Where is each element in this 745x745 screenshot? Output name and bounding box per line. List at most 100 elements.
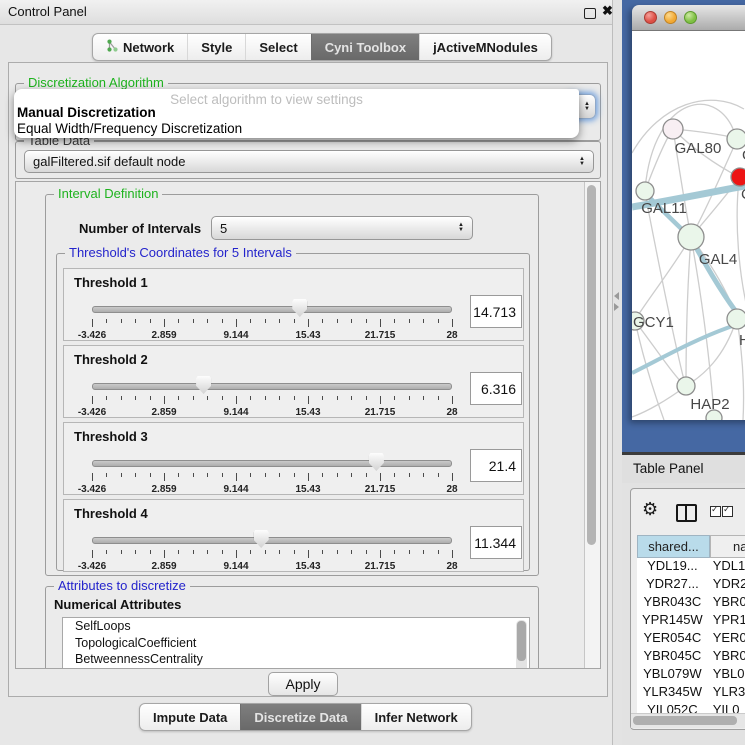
table-row[interactable]: YDR27...YDR2 bbox=[637, 576, 745, 594]
table-cell[interactable]: YBR0 bbox=[708, 594, 745, 612]
table-cell[interactable]: YER054C bbox=[637, 630, 708, 648]
table-cell[interactable]: YBR0 bbox=[708, 648, 745, 666]
slider-thumb[interactable] bbox=[369, 453, 384, 471]
table-row[interactable]: YLR345WYLR3 bbox=[637, 684, 745, 702]
settings-scrollbar[interactable] bbox=[584, 182, 600, 668]
tick-mark bbox=[279, 396, 280, 400]
table-cell[interactable]: YDR2 bbox=[708, 576, 745, 594]
slider-thumb[interactable] bbox=[254, 530, 269, 548]
network-node[interactable] bbox=[731, 168, 745, 186]
table-cell[interactable]: YBR043C bbox=[637, 594, 708, 612]
table-cell[interactable]: YBL0 bbox=[708, 666, 745, 684]
network-edge[interactable] bbox=[686, 237, 691, 385]
table-row[interactable]: YPR145WYPR1 bbox=[637, 612, 745, 630]
network-edge[interactable] bbox=[645, 130, 672, 191]
table-cell[interactable]: YER0 bbox=[708, 630, 745, 648]
tick-label: -3.426 bbox=[78, 330, 106, 341]
network-node[interactable] bbox=[677, 377, 695, 395]
checkbox-icon[interactable] bbox=[710, 506, 721, 517]
tick-mark bbox=[409, 473, 410, 477]
network-window-titlebar[interactable] bbox=[632, 5, 745, 31]
threshold-2-label: Threshold 2 bbox=[74, 352, 148, 367]
tab-network[interactable]: Network bbox=[93, 34, 187, 60]
column-header-shared-name[interactable]: shared... bbox=[637, 535, 710, 558]
table-scrollbar-thumb[interactable] bbox=[633, 716, 737, 725]
tab-select[interactable]: Select bbox=[245, 34, 310, 60]
close-panel-icon[interactable]: ✖ bbox=[602, 3, 613, 19]
thresholds-legend: Threshold's Coordinates for 5 Intervals bbox=[65, 245, 296, 260]
threshold-2-value-field[interactable]: 6.316 bbox=[470, 372, 522, 405]
close-window-icon[interactable] bbox=[644, 11, 657, 24]
table-cell[interactable]: YDR27... bbox=[637, 576, 708, 594]
tab-cyni-toolbox[interactable]: Cyni Toolbox bbox=[311, 34, 419, 60]
column-layout-icon[interactable] bbox=[676, 504, 697, 522]
column-header-name[interactable]: na bbox=[710, 535, 745, 558]
table-cell[interactable]: YDL19... bbox=[637, 558, 708, 576]
network-edge[interactable] bbox=[635, 237, 691, 320]
network-node[interactable] bbox=[678, 224, 704, 250]
tab-infer-network[interactable]: Infer Network bbox=[361, 704, 471, 730]
slider-track[interactable] bbox=[92, 306, 452, 313]
panel-splitter[interactable] bbox=[613, 0, 622, 745]
slider-track[interactable] bbox=[92, 383, 452, 390]
network-view-window[interactable]: GAL80GAL11GAL4GCY1HAP2HGAC bbox=[632, 5, 745, 420]
list-item[interactable]: TopologicalCoefficient bbox=[63, 635, 529, 652]
gear-icon[interactable]: ⚙ bbox=[642, 499, 658, 520]
slider-track[interactable] bbox=[92, 460, 452, 467]
threshold-1-slider[interactable]: -3.4262.8599.14415.4321.71528 bbox=[92, 299, 452, 339]
table-cell[interactable]: YDL1 bbox=[708, 558, 745, 576]
table-cell[interactable]: YBL079W bbox=[637, 666, 708, 684]
tab-impute-data[interactable]: Impute Data bbox=[140, 704, 240, 730]
menu-item-manual-discretization[interactable]: Manual Discretization bbox=[17, 105, 156, 120]
table-cell[interactable]: YLR345W bbox=[637, 684, 708, 702]
list-scrollbar[interactable] bbox=[516, 620, 527, 669]
list-item[interactable]: SelfLoops bbox=[63, 618, 529, 635]
table-panel-header: Table Panel bbox=[622, 455, 745, 483]
tab-jactivemodules[interactable]: jActiveMNodules bbox=[419, 34, 551, 60]
table-data-combobox[interactable]: galFiltered.sif default node ▲▼ bbox=[24, 150, 594, 173]
list-item[interactable]: BetweennessCentrality bbox=[63, 651, 529, 668]
table-row[interactable]: YBR043CYBR0 bbox=[637, 594, 745, 612]
checkbox-icon[interactable] bbox=[722, 506, 733, 517]
tab-discretize-data[interactable]: Discretize Data bbox=[240, 704, 360, 730]
table-cell[interactable]: YLR3 bbox=[708, 684, 745, 702]
splitter-collapse-left-icon[interactable] bbox=[614, 292, 619, 300]
table-row[interactable]: YDL19...YDL1 bbox=[637, 558, 745, 576]
table-row[interactable]: YBL079WYBL0 bbox=[637, 666, 745, 684]
threshold-3-slider[interactable]: -3.4262.8599.14415.4321.71528 bbox=[92, 453, 452, 493]
table-row[interactable]: YBR045CYBR0 bbox=[637, 648, 745, 666]
table-cell[interactable]: YPR1 bbox=[708, 612, 745, 630]
table-row[interactable]: YER054CYER0 bbox=[637, 630, 745, 648]
minimize-window-icon[interactable] bbox=[664, 11, 677, 24]
table-cell[interactable]: YPR145W bbox=[637, 612, 708, 630]
network-canvas[interactable]: GAL80GAL11GAL4GCY1HAP2HGAC bbox=[632, 31, 745, 420]
network-node[interactable] bbox=[706, 410, 722, 420]
float-panel-icon[interactable] bbox=[584, 8, 596, 19]
list-scrollbar-thumb[interactable] bbox=[517, 621, 526, 661]
slider-thumb[interactable] bbox=[292, 299, 307, 317]
tick-mark bbox=[438, 396, 439, 400]
table-cell[interactable]: YBR045C bbox=[637, 648, 708, 666]
splitter-collapse-right-icon[interactable] bbox=[614, 303, 619, 311]
table-horizontal-scrollbar[interactable] bbox=[631, 713, 745, 728]
threshold-2-slider[interactable]: -3.4262.8599.14415.4321.71528 bbox=[92, 376, 452, 416]
threshold-4-slider[interactable]: -3.4262.8599.14415.4321.71528 bbox=[92, 530, 452, 570]
tab-style[interactable]: Style bbox=[187, 34, 245, 60]
threshold-4-value-field[interactable]: 11.344 bbox=[470, 526, 522, 559]
network-node[interactable] bbox=[663, 119, 683, 139]
slider-thumb[interactable] bbox=[196, 376, 211, 394]
network-node[interactable] bbox=[636, 182, 654, 200]
threshold-3-value-field[interactable]: 21.4 bbox=[470, 449, 522, 482]
zoom-window-icon[interactable] bbox=[684, 11, 697, 24]
apply-button[interactable]: Apply bbox=[268, 672, 338, 696]
threshold-1-value-field[interactable]: 14.713 bbox=[470, 295, 522, 328]
menu-item-equal-width-frequency[interactable]: Equal Width/Frequency Discretization bbox=[17, 121, 242, 136]
numerical-attributes-list[interactable]: SelfLoopsTopologicalCoefficientBetweenne… bbox=[62, 617, 530, 669]
number-of-intervals-combobox[interactable]: 5 ▲▼ bbox=[211, 216, 473, 240]
settings-scrollbar-thumb[interactable] bbox=[587, 185, 596, 545]
slider-track[interactable] bbox=[92, 537, 452, 544]
network-node[interactable] bbox=[727, 129, 745, 149]
tick-mark bbox=[366, 550, 367, 554]
tick-label: 15.43 bbox=[295, 561, 320, 572]
network-node[interactable] bbox=[727, 309, 745, 329]
